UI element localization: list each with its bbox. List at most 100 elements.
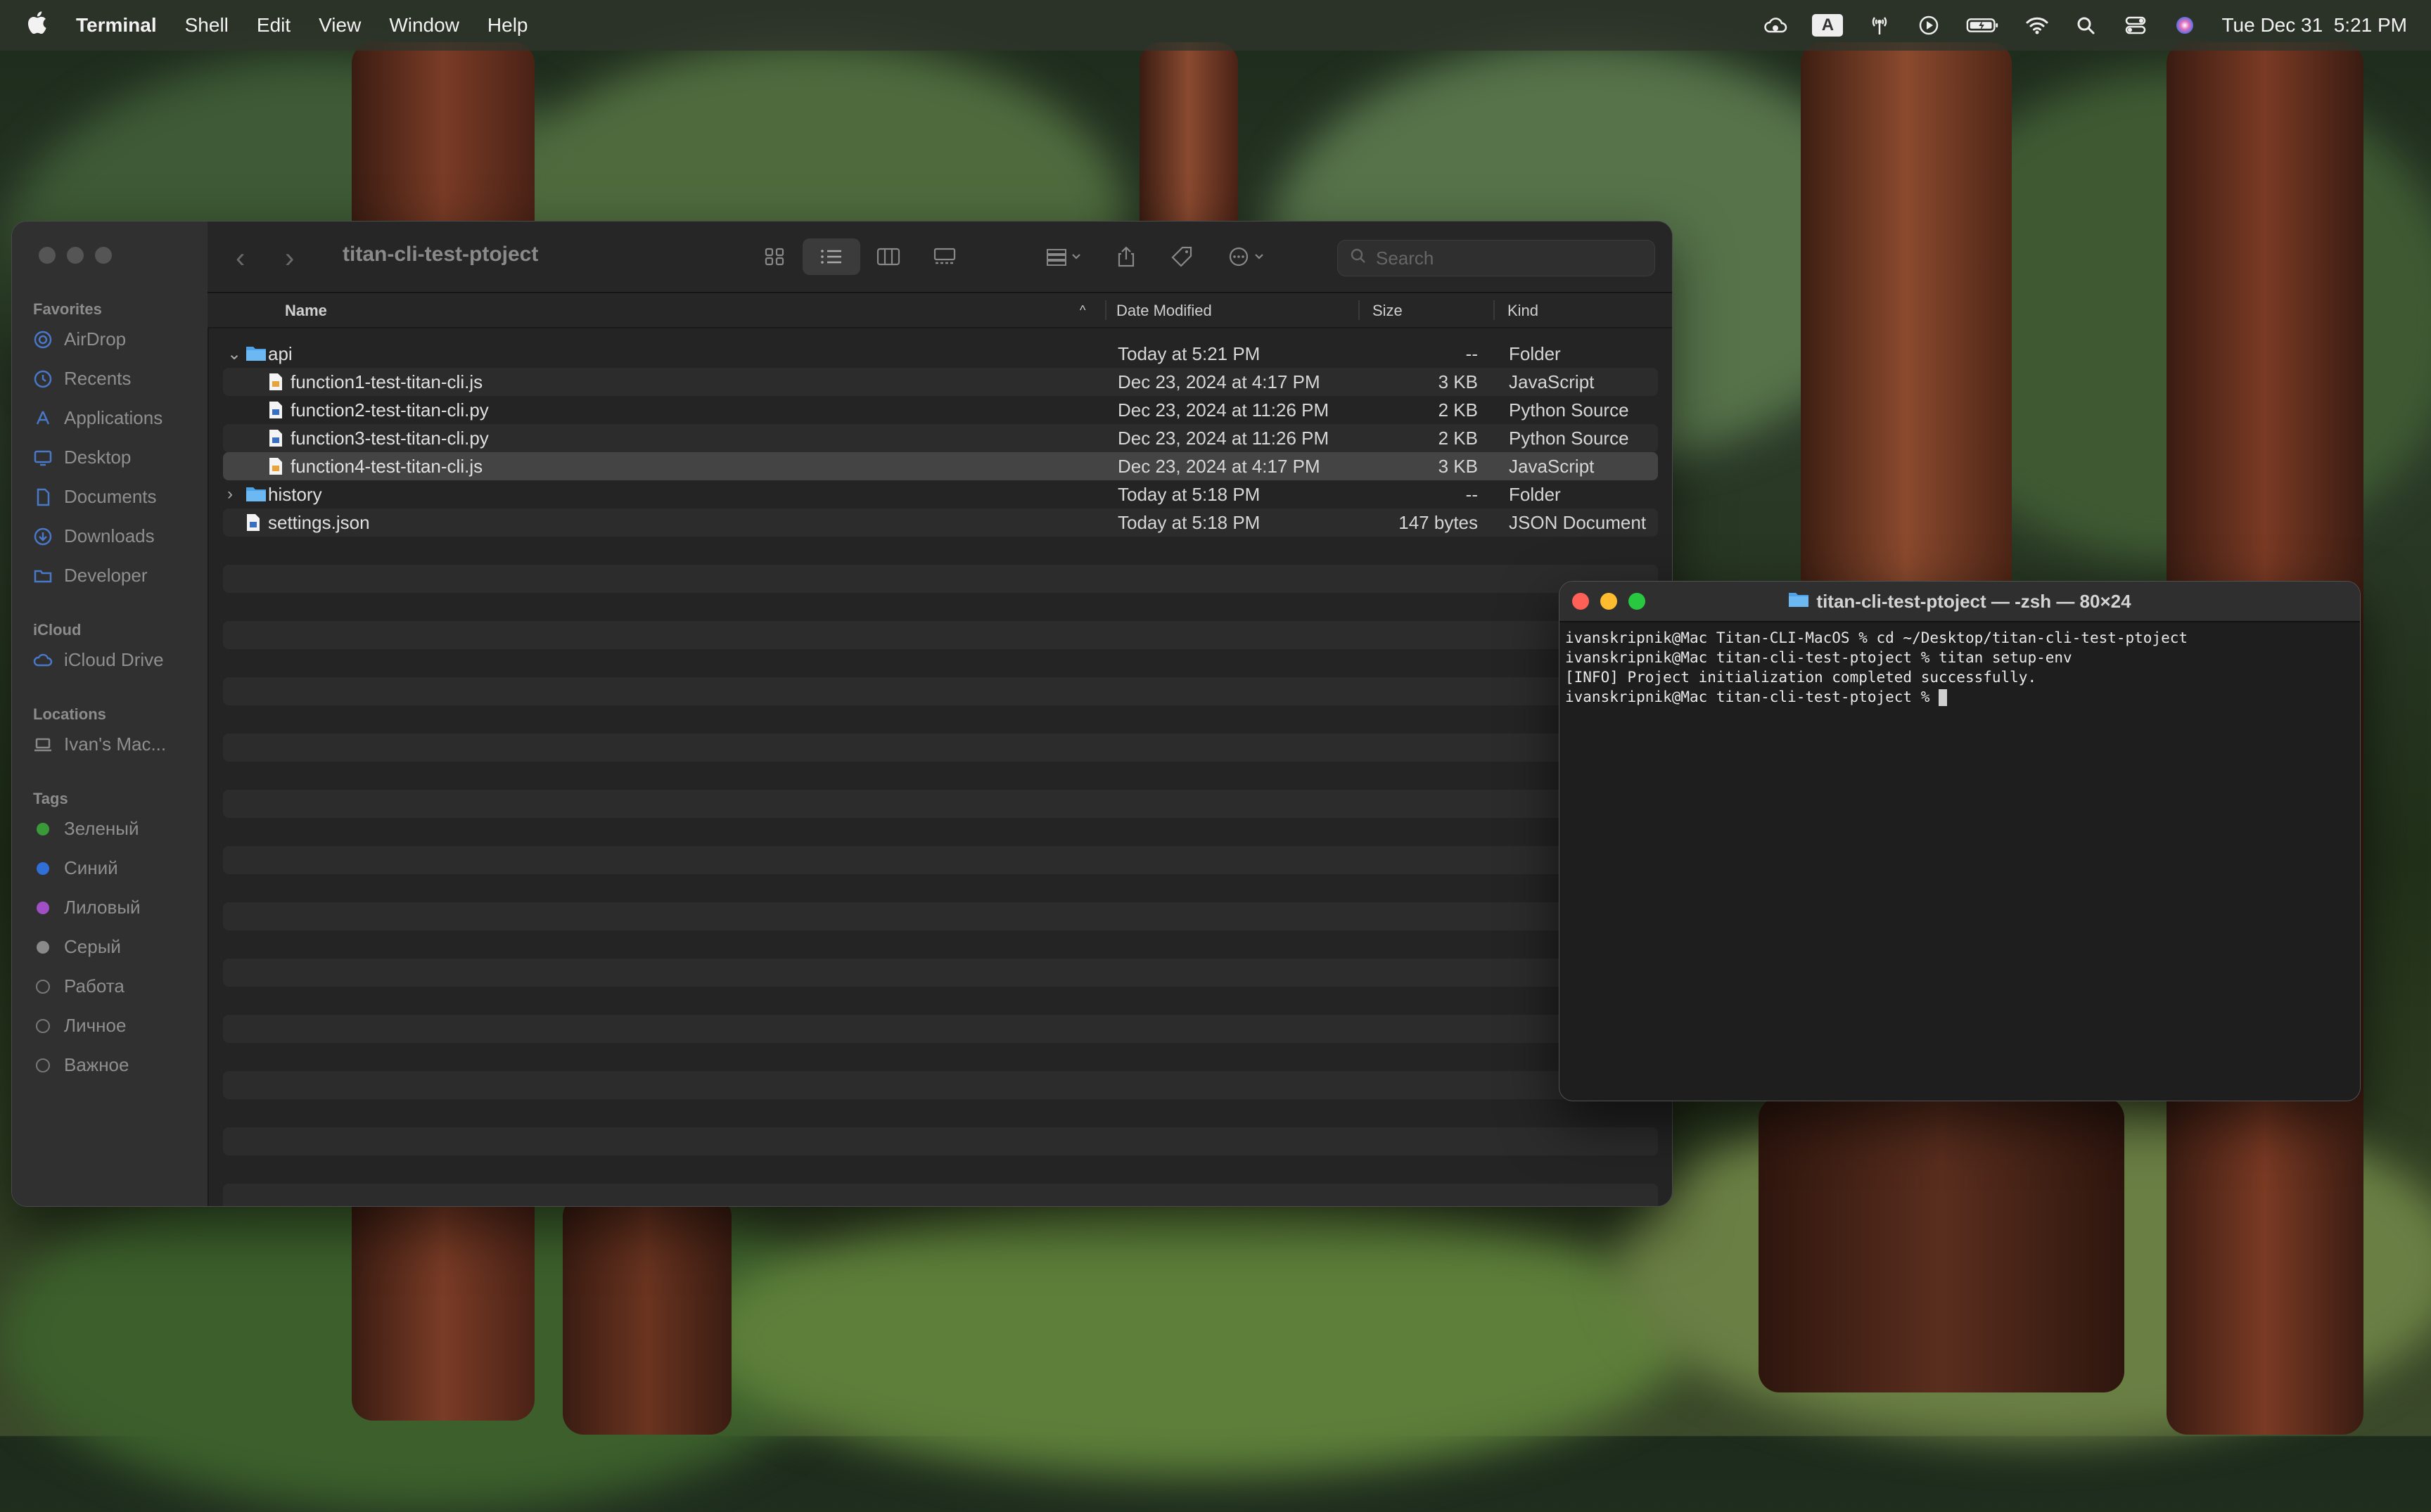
search-placeholder: Search: [1376, 247, 1434, 269]
python-file-icon: [268, 401, 283, 419]
share-icon[interactable]: [1108, 238, 1144, 275]
document-icon: [33, 487, 53, 507]
terminal-line: [INFO] Project initialization completed …: [1565, 669, 2037, 686]
list-view-icon[interactable]: [803, 238, 860, 275]
sidebar-item-applications[interactable]: Applications: [33, 407, 162, 429]
python-file-icon: [268, 429, 283, 447]
column-date-header[interactable]: Date Modified: [1116, 302, 1212, 320]
terminal-window-controls: [1572, 593, 1645, 610]
terminal-line: ivanskripnik@Mac titan-cli-test-ptoject …: [1565, 649, 2072, 666]
finder-minimize-button[interactable]: [67, 247, 84, 264]
terminal-minimize-button[interactable]: [1600, 593, 1617, 610]
terminal-line: ivanskripnik@Mac Titan-CLI-MacOS % cd ~/…: [1565, 629, 2188, 646]
table-row[interactable]: ⌄ api Today at 5:21 PM -- Folder: [223, 340, 1658, 368]
file-name: settings.json: [268, 511, 370, 533]
sidebar-item-mac[interactable]: Ivan's Mac...: [33, 733, 166, 755]
folder-icon: [1788, 591, 1809, 613]
terminal-zoom-button[interactable]: [1628, 593, 1645, 610]
tag-icon[interactable]: [1164, 238, 1201, 275]
wifi-icon[interactable]: [2024, 15, 2050, 36]
sidebar-item-airdrop[interactable]: AirDrop: [33, 328, 126, 350]
terminal-titlebar[interactable]: titan-cli-test-ptoject — -zsh — 80×24: [1559, 582, 2360, 622]
battery-icon[interactable]: [1965, 15, 2001, 36]
table-row[interactable]: › history Today at 5:18 PM -- Folder: [223, 480, 1658, 508]
column-size-header[interactable]: Size: [1372, 302, 1403, 320]
back-chevron-icon[interactable]: ‹: [236, 243, 245, 274]
search-field[interactable]: Search: [1337, 240, 1655, 276]
menu-view[interactable]: View: [319, 14, 361, 37]
menu-edit[interactable]: Edit: [257, 14, 291, 37]
icon-view-icon[interactable]: [756, 238, 793, 275]
sidebar-item-label: Desktop: [64, 447, 132, 468]
menu-help[interactable]: Help: [487, 14, 528, 37]
gallery-view-icon[interactable]: [926, 238, 963, 275]
input-source-label: A: [1821, 15, 1835, 34]
sidebar-tag-purple[interactable]: Лиловый: [33, 897, 141, 918]
siri-icon[interactable]: [2172, 15, 2197, 36]
file-date: Dec 23, 2024 at 11:26 PM: [1118, 399, 1329, 421]
terminal-close-button[interactable]: [1572, 593, 1589, 610]
sidebar-item-downloads[interactable]: Downloads: [33, 525, 155, 547]
terminal-window[interactable]: titan-cli-test-ptoject — -zsh — 80×24 iv…: [1559, 581, 2361, 1101]
finder-close-button[interactable]: [39, 247, 56, 264]
terminal-output[interactable]: ivanskripnik@Mac Titan-CLI-MacOS % cd ~/…: [1559, 622, 2360, 712]
folder-icon: [245, 485, 266, 504]
sidebar-item-label: Лиловый: [64, 897, 141, 918]
sidebar-item-recents[interactable]: Recents: [33, 368, 131, 390]
file-name: history: [268, 483, 322, 505]
file-size: 2 KB: [1438, 399, 1478, 421]
apple-menu-icon[interactable]: [27, 11, 48, 40]
forward-chevron-icon[interactable]: ›: [285, 243, 294, 274]
clock-icon: [33, 369, 53, 389]
table-row[interactable]: function2-test-titan-cli.py Dec 23, 2024…: [223, 396, 1658, 424]
antenna-icon[interactable]: [1867, 15, 1892, 36]
sidebar-tag-green[interactable]: Зеленый: [33, 818, 139, 840]
sidebar-tag-personal[interactable]: Личное: [33, 1015, 126, 1037]
cloud-sync-icon[interactable]: [1763, 15, 1788, 36]
sidebar-item-documents[interactable]: Documents: [33, 486, 157, 508]
json-file-icon: [245, 513, 261, 532]
app-name-menu[interactable]: Terminal: [76, 14, 157, 37]
tag-empty-dot-icon: [36, 1018, 50, 1033]
control-center-icon[interactable]: [2123, 15, 2148, 36]
table-row[interactable]: function3-test-titan-cli.py Dec 23, 2024…: [223, 424, 1658, 452]
sidebar-tag-gray[interactable]: Серый: [33, 936, 121, 958]
sidebar-item-developer[interactable]: Developer: [33, 565, 148, 587]
spotlight-search-icon[interactable]: [2074, 15, 2099, 36]
more-actions-icon[interactable]: [1220, 238, 1277, 275]
column-kind-header[interactable]: Kind: [1507, 302, 1538, 320]
finder-window: Favorites AirDrop Recents Applications D…: [11, 221, 1673, 1207]
terminal-prompt-line: ivanskripnik@Mac titan-cli-test-ptoject …: [1565, 687, 2354, 707]
menubar-clock[interactable]: Tue Dec 31 5:21 PM: [2221, 14, 2407, 37]
menu-bar: Terminal Shell Edit View Window Help A T…: [0, 0, 2431, 51]
column-name-header[interactable]: Name: [285, 302, 327, 320]
group-by-icon[interactable]: [1038, 238, 1094, 275]
sidebar-tag-important[interactable]: Важное: [33, 1054, 129, 1076]
sidebar-item-desktop[interactable]: Desktop: [33, 447, 131, 468]
input-source-icon[interactable]: A: [1812, 14, 1844, 37]
file-kind: Folder: [1509, 342, 1561, 364]
sidebar-section-favorites: Favorites: [33, 300, 102, 318]
file-kind: JSON Document: [1509, 511, 1647, 533]
laptop-icon: [33, 735, 53, 755]
sidebar-tag-blue[interactable]: Синий: [33, 857, 118, 879]
sidebar-tag-work[interactable]: Работа: [33, 975, 125, 997]
disclosure-expanded-icon[interactable]: ⌄: [227, 344, 241, 364]
tag-blue-dot-icon: [37, 861, 49, 875]
table-row-selected[interactable]: function4-test-titan-cli.js Dec 23, 2024…: [223, 452, 1658, 480]
sidebar-item-label: Recents: [64, 368, 132, 389]
table-row[interactable]: settings.json Today at 5:18 PM 147 bytes…: [223, 508, 1658, 537]
file-kind: JavaScript: [1509, 455, 1595, 477]
sidebar-item-icloud-drive[interactable]: iCloud Drive: [33, 649, 164, 671]
menu-shell[interactable]: Shell: [185, 14, 229, 37]
finder-zoom-button[interactable]: [95, 247, 112, 264]
file-date: Today at 5:18 PM: [1118, 511, 1261, 533]
sidebar-section-tags: Tags: [33, 790, 68, 807]
menu-window[interactable]: Window: [389, 14, 459, 37]
table-row[interactable]: function1-test-titan-cli.js Dec 23, 2024…: [223, 368, 1658, 396]
play-icon[interactable]: [1916, 15, 1941, 36]
column-view-icon[interactable]: [870, 238, 907, 275]
tag-empty-dot-icon: [36, 1058, 50, 1072]
disclosure-collapsed-icon[interactable]: ›: [227, 485, 233, 504]
finder-sidebar: Favorites AirDrop Recents Applications D…: [12, 222, 209, 1206]
